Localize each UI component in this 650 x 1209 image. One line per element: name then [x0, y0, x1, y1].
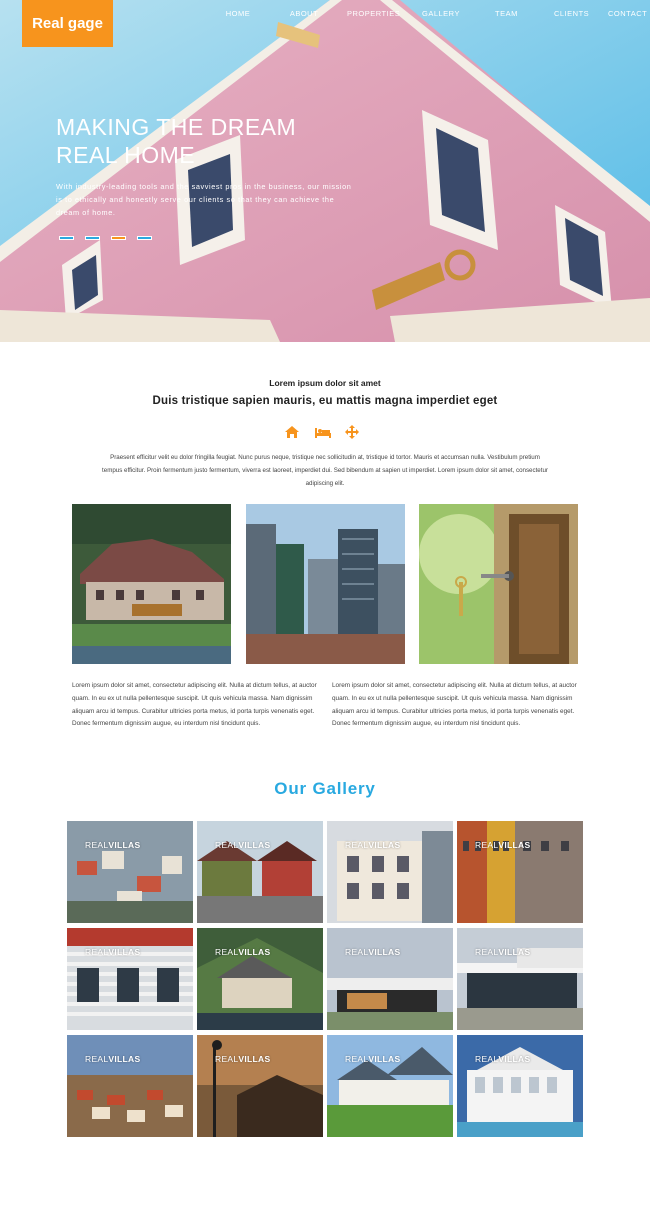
bed-icon	[314, 425, 331, 439]
tile-caption-bold: VILLAS	[108, 1054, 141, 1064]
slider-dot-4[interactable]	[137, 236, 152, 240]
tile-caption-bold: VILLAS	[498, 1054, 531, 1064]
nav-gallery[interactable]: GALLERY	[422, 9, 459, 18]
tile-caption-light: REAL	[215, 840, 239, 850]
intro-headline: Duis tristique sapien mauris, eu mattis …	[152, 395, 498, 407]
tile-caption-light: REAL	[475, 947, 499, 957]
gallery-tile-8[interactable]: REALVILLAS	[457, 928, 583, 1030]
gallery-tile-5[interactable]: REALVILLAS	[67, 928, 193, 1030]
tile-caption-bold: VILLAS	[238, 947, 271, 957]
tile-caption-light: REAL	[345, 947, 369, 957]
gallery-tile-3[interactable]: REALVILLAS	[327, 821, 453, 923]
tile-caption-bold: VILLAS	[498, 947, 531, 957]
tile-caption-bold: VILLAS	[108, 947, 141, 957]
house-photo	[72, 504, 231, 664]
tile-caption-light: REAL	[85, 840, 109, 850]
gallery-tile-10[interactable]: REALVILLAS	[197, 1035, 323, 1137]
nav-home[interactable]: HOME	[225, 9, 251, 18]
gallery-tile-4[interactable]: REALVILLAS	[457, 821, 583, 923]
tile-caption-light: REAL	[85, 1054, 109, 1064]
gallery-tile-1[interactable]: REALVILLAS	[67, 821, 193, 923]
tile-caption-light: REAL	[345, 840, 369, 850]
intro-kicker: Lorem ipsum dolor sit amet	[269, 378, 381, 388]
main-nav: HOME ABOUT PROPERTIES GALLERY TEAM CLIEN…	[225, 9, 647, 18]
gallery-tile-12[interactable]: REALVILLAS	[457, 1035, 583, 1137]
hero-title-line2: REAL HOME	[56, 142, 196, 168]
door-key-photo	[419, 504, 578, 664]
hero-house-image	[0, 0, 650, 342]
home-icon	[284, 425, 300, 439]
tile-caption-light: REAL	[215, 1054, 239, 1064]
column-text-right: Lorem ipsum dolor sit amet, consectetur …	[332, 682, 577, 728]
tile-caption-bold: VILLAS	[368, 947, 401, 957]
nav-clients[interactable]: CLIENTS	[554, 9, 589, 18]
hero-banner: Real gage HOME ABOUT PROPERTIES GALLERY …	[0, 0, 650, 342]
gallery-grid: REALVILLAS REALVILLAS REALVILLAS REALVIL…	[67, 821, 583, 1137]
nav-team[interactable]: TEAM	[495, 9, 517, 18]
tile-caption-light: REAL	[475, 840, 499, 850]
tile-caption-bold: VILLAS	[498, 840, 531, 850]
city-photo	[246, 504, 405, 664]
tile-caption-bold: VILLAS	[368, 1054, 401, 1064]
slider-dot-1[interactable]	[59, 236, 74, 240]
tile-caption-light: REAL	[215, 947, 239, 957]
tile-caption-bold: VILLAS	[368, 840, 401, 850]
slider-dots	[59, 236, 152, 240]
tile-caption-light: REAL	[345, 1054, 369, 1064]
tile-caption-bold: VILLAS	[108, 840, 141, 850]
gallery-title: Our Gallery	[274, 779, 376, 798]
hero-title-line1: MAKING THE DREAM	[56, 114, 297, 140]
nav-about[interactable]: ABOUT	[289, 9, 319, 18]
gallery-tile-11[interactable]: REALVILLAS	[327, 1035, 453, 1137]
gallery-tile-2[interactable]: REALVILLAS	[197, 821, 323, 923]
gallery-tile-6[interactable]: REALVILLAS	[197, 928, 323, 1030]
intro-paragraph: Praesent efficitur velit eu dolor fringi…	[102, 454, 548, 487]
brand-logo[interactable]: Real gage	[22, 0, 113, 47]
hero-title: MAKING THE DREAM REAL HOME	[56, 113, 296, 169]
hero-text: With industry-leading tools and the savv…	[56, 182, 352, 217]
slider-dot-2[interactable]	[85, 236, 100, 240]
nav-contact[interactable]: CONTACT	[608, 9, 647, 18]
column-text-left: Lorem ipsum dolor sit amet, consectetur …	[72, 682, 317, 728]
tile-caption-light: REAL	[85, 947, 109, 957]
tile-caption-bold: VILLAS	[238, 1054, 271, 1064]
gallery-tile-9[interactable]: REALVILLAS	[67, 1035, 193, 1137]
tile-caption-light: REAL	[475, 1054, 499, 1064]
slider-dot-3[interactable]	[111, 236, 126, 240]
gallery-tile-7[interactable]: REALVILLAS	[327, 928, 453, 1030]
move-arrows-icon	[344, 425, 360, 439]
tile-caption-bold: VILLAS	[238, 840, 271, 850]
nav-properties[interactable]: PROPERTIES	[347, 9, 400, 18]
feature-icons	[284, 425, 360, 439]
